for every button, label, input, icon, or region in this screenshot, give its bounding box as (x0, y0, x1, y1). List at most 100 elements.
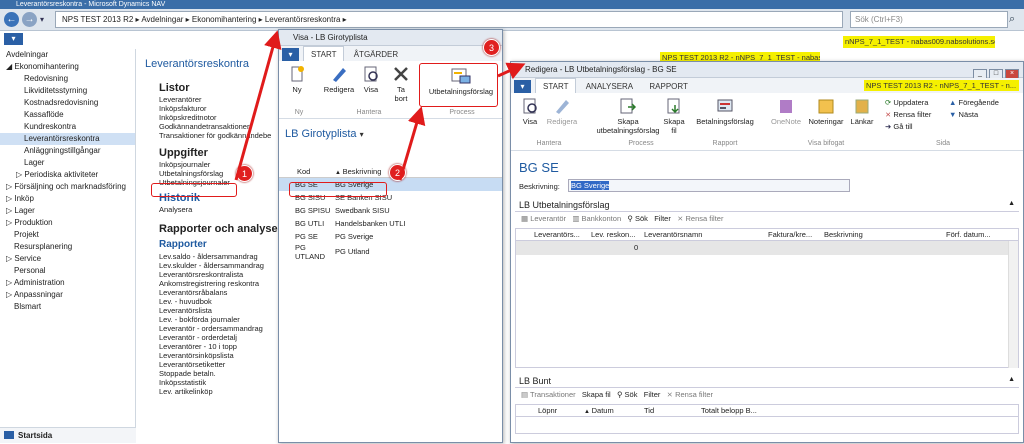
rensa-filter-button[interactable]: ⨯ Rensa filter (885, 109, 931, 121)
sidebar-item-kostnadsredovisning[interactable]: Kostnadsredovisning (0, 97, 135, 109)
cell-kod[interactable]: PG SE (279, 230, 335, 243)
sidebar-item-ekonomihantering[interactable]: ◢ Ekonomihantering (0, 61, 135, 73)
col-header[interactable]: Leverantörsnamn (644, 229, 702, 241)
history-link[interactable]: Analysera (159, 205, 277, 214)
close-icon[interactable]: × (1005, 69, 1019, 79)
tab-atgarder[interactable]: ÅTGÄRDER (347, 47, 405, 62)
app-menu-button[interactable]: ▾ (4, 33, 23, 45)
foregaende-button[interactable]: ▲ Föregående (949, 97, 999, 109)
sidebar-item-leverantorsreskontra[interactable]: Leverantörsreskontra (0, 133, 135, 145)
report-link[interactable]: Leverantör - ordersammandrag (159, 324, 277, 333)
col-header[interactable]: Leverantörs... (534, 229, 580, 241)
tab-rapport[interactable]: RAPPORT (642, 79, 695, 94)
cell-value[interactable]: 0 (634, 243, 638, 252)
report-link[interactable]: Leverantörslista (159, 306, 277, 315)
maximize-icon[interactable]: □ (989, 69, 1003, 79)
report-link[interactable]: Lev. - bokförda journaler (159, 315, 277, 324)
cell-kod[interactable]: PG UTLAND (279, 243, 335, 261)
report-link[interactable]: Lev. artikelinköp (159, 387, 277, 396)
breadcrumb-1[interactable]: NPS TEST 2013 R2 (62, 15, 133, 24)
breadcrumb-4[interactable]: Leverantörsreskontra (265, 15, 341, 24)
col-header[interactable]: Tid (644, 405, 654, 417)
list-link[interactable]: Transaktioner för godkännandebe (159, 131, 277, 140)
cell-beskrivning[interactable]: Handelsbanken UTLI (335, 217, 502, 230)
list-link[interactable]: Leverantörer (159, 95, 277, 104)
cell-beskrivning[interactable]: PG Sverige (335, 230, 502, 243)
sidebar-item-avdelningar[interactable]: Avdelningar (0, 49, 135, 61)
table-row[interactable]: PG SE PG Sverige (279, 230, 502, 243)
sidebar-item-inkop[interactable]: ▷ Inköp (0, 193, 135, 205)
sidebar-item-projekt[interactable]: Projekt (0, 229, 135, 241)
sidebar-item-anpassningar[interactable]: ▷ Anpassningar (0, 289, 135, 301)
edit-button[interactable]: Redigera (322, 65, 356, 94)
rensa-filter-button[interactable]: ⨯ Rensa filter (677, 214, 723, 223)
cell-kod[interactable]: BG UTLI (279, 217, 335, 230)
col-header[interactable]: Faktura/kre... (768, 229, 812, 241)
description-field[interactable]: BG Sverige (568, 179, 850, 192)
sidebar-item-administration[interactable]: ▷ Administration (0, 277, 135, 289)
table-row[interactable]: PG UTLAND PG Utland (279, 243, 502, 261)
report-link[interactable]: Lev.saldo - åldersammandrag (159, 252, 277, 261)
uppdatera-button[interactable]: ⟳ Uppdatera (885, 97, 931, 109)
forward-icon[interactable]: → (22, 12, 37, 27)
sidebar-item-kassaflode[interactable]: Kassaflöde (0, 109, 135, 121)
cell-kod[interactable]: BG SPISU (279, 204, 335, 217)
sok-button[interactable]: ⚲ Sök (617, 390, 638, 399)
bankkonton-button[interactable]: ▥ Bankkonton (572, 214, 621, 223)
cell-beskrivning[interactable]: PG Utland (335, 243, 502, 261)
report-link[interactable]: Leverantör - orderdetalj (159, 333, 277, 342)
task-link-utbetalningsforslag[interactable]: Utbetalningsförslag (159, 169, 277, 178)
sidebar-item-periodiska[interactable]: ▷ Periodiska aktiviteter (0, 169, 135, 181)
address-bar[interactable]: NPS TEST 2013 R2 ▸ Avdelningar ▸ Ekonomi… (55, 11, 843, 28)
view-button[interactable]: Visa (360, 65, 382, 94)
grid-row[interactable]: 0 (516, 241, 1018, 255)
sidebar-item-blsmart[interactable]: Blsmart (0, 301, 135, 313)
report-link[interactable]: Leverantörer - 10 i topp (159, 342, 277, 351)
skapa-utbetalningsforslag-button[interactable]: Skapa utbetalningsförslag (587, 97, 669, 135)
report-link[interactable]: Leverantörsråbalans (159, 288, 277, 297)
sidebar-item-redovisning[interactable]: Redovisning (0, 73, 135, 85)
col-header[interactable]: Löpnr (538, 405, 557, 417)
history-dropdown-icon[interactable]: ▾ (40, 15, 44, 24)
lankar-button[interactable]: Länkar (847, 97, 877, 126)
report-link[interactable]: Leverantörsetiketter (159, 360, 277, 369)
report-link[interactable]: Stoppade betaln. (159, 369, 277, 378)
skapa-fil-button[interactable]: Skapa fil (661, 97, 687, 135)
list-link[interactable]: Inköpskreditnotor (159, 113, 277, 122)
vertical-scrollbar[interactable] (1008, 241, 1018, 368)
report-link[interactable]: Leverantörsinköpslista (159, 351, 277, 360)
betalningsforslag-button[interactable]: Betalningsförslag (695, 97, 755, 126)
nasta-button[interactable]: ▼ Nästa (949, 109, 999, 121)
col-beskrivning[interactable]: ▲ Beskrivning (335, 166, 502, 178)
sidebar-footer-startsida[interactable]: Startsida (0, 427, 136, 443)
report-link[interactable]: Lev.skulder - åldersammandrag (159, 261, 277, 270)
table-row[interactable]: BG SPISU Swedbank SISU (279, 204, 502, 217)
visa-button[interactable]: Visa (515, 97, 545, 126)
sidebar-item-lager-2[interactable]: ▷ Lager (0, 205, 135, 217)
sidebar-item-personal[interactable]: Personal (0, 265, 135, 277)
sidebar-item-likviditetsstyrning[interactable]: Likviditetsstyrning (0, 85, 135, 97)
tab-start[interactable]: START (535, 78, 577, 94)
filter-button[interactable]: Filter (654, 214, 671, 223)
col-header[interactable]: ▲ Datum (584, 405, 614, 418)
cell-beskrivning[interactable]: Swedbank SISU (335, 204, 502, 217)
tab-analysera[interactable]: ANALYSERA (579, 79, 640, 94)
search-icon[interactable]: ⌕ (1009, 13, 1015, 26)
sidebar-item-resursplanering[interactable]: Resursplanering (0, 241, 135, 253)
window-menu-button[interactable]: ▾ (282, 48, 299, 61)
redigera-button[interactable]: Redigera (545, 97, 579, 126)
table-row[interactable]: BG UTLI Handelsbanken UTLI (279, 217, 502, 230)
sok-button[interactable]: ⚲ Sök (627, 214, 648, 223)
collapse-icon[interactable]: ▲ (1008, 200, 1015, 207)
skapa-fil-button[interactable]: Skapa fil (582, 390, 611, 399)
report-link[interactable]: Ankomstregistrering reskontra (159, 279, 277, 288)
expand-icon[interactable]: ▷ (6, 290, 14, 299)
leverantor-button[interactable]: ▦ Leverantör (521, 214, 566, 223)
new-button[interactable]: Ny (283, 65, 311, 94)
rensa-filter-button[interactable]: ⨯ Rensa filter (667, 390, 713, 399)
sidebar-item-service[interactable]: ▷ Service (0, 253, 135, 265)
breadcrumb-3[interactable]: Ekonomihantering (192, 15, 256, 24)
col-header[interactable]: Lev. reskon... (591, 229, 635, 241)
col-header[interactable]: Förf. datum... (946, 229, 991, 241)
collapse-icon[interactable]: ▲ (1008, 376, 1015, 383)
